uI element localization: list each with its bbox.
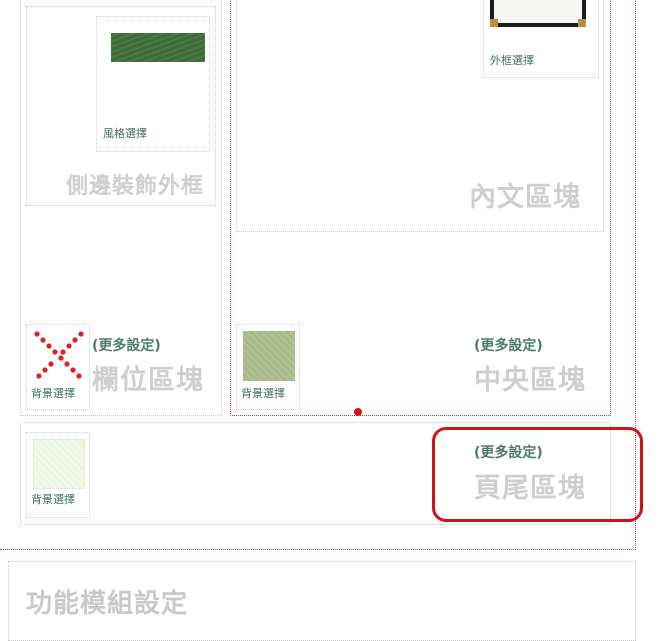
footer-bg-swatch xyxy=(33,439,85,489)
center-bg-caption: 背景選擇 xyxy=(241,387,285,400)
side-frame-style-caption: 風格選擇 xyxy=(103,127,147,140)
column-bg-caption: 背景選擇 xyxy=(31,387,75,400)
content-frame-selector[interactable]: 外框選擇 xyxy=(483,0,599,78)
footer-highlight-box xyxy=(432,427,643,522)
center-title: 中央區塊 xyxy=(474,365,586,396)
layout-bottom-rule xyxy=(0,549,636,550)
center-bg-swatch xyxy=(243,331,295,381)
footer-bg-caption: 背景選擇 xyxy=(31,493,75,506)
side-frame-style-selector[interactable]: 風格選擇 xyxy=(96,16,210,152)
column-bg-selector[interactable]: 背景選擇 xyxy=(26,324,90,410)
resize-handle[interactable] xyxy=(354,408,362,416)
module-settings-title: 功能模組設定 xyxy=(26,589,189,619)
footer-bg-selector[interactable]: 背景選擇 xyxy=(26,432,90,518)
content-frame-swatch xyxy=(490,0,586,27)
no-background-icon xyxy=(34,331,84,379)
content-title: 內文區塊 xyxy=(469,182,581,213)
center-bg-selector[interactable]: 背景選擇 xyxy=(236,324,300,410)
side-frame-title: 側邊裝飾外框 xyxy=(66,174,205,199)
content-frame-caption: 外框選擇 xyxy=(490,54,534,67)
column-title: 欄位區塊 xyxy=(92,365,204,396)
center-more-settings-link[interactable]: (更多設定) xyxy=(474,335,543,355)
column-more-settings-link[interactable]: (更多設定) xyxy=(92,335,161,355)
side-frame-style-swatch xyxy=(111,33,205,62)
